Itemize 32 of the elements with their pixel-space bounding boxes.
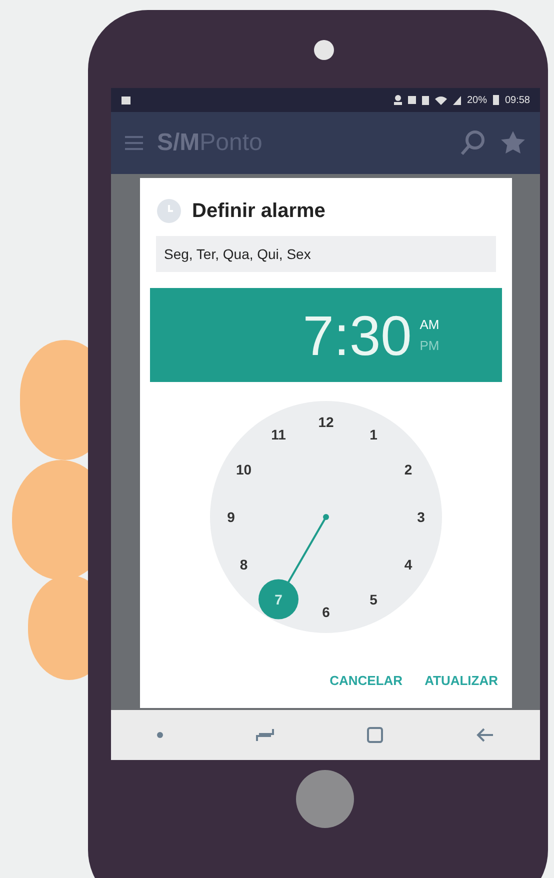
wifi-icon [434,96,447,104]
hour-number[interactable]: 4 [404,556,412,572]
dialog-title: Definir alarme [192,200,326,222]
star-icon[interactable] [500,130,526,156]
mute-icon [408,96,416,104]
back-arrow-icon[interactable] [476,728,494,742]
center-dot [323,514,329,520]
dot-icon[interactable] [157,732,164,738]
hour-number[interactable]: 3 [417,509,425,525]
hour-number[interactable]: 1 [370,426,378,443]
status-time: 09:58 [504,94,530,106]
hour-number[interactable]: 5 [370,591,378,608]
image-icon [121,96,131,104]
hour-number[interactable]: 9 [227,509,235,525]
signal-icon [452,96,461,104]
hour-number[interactable]: 2 [404,462,412,478]
search-icon[interactable] [460,130,486,156]
clock-icon [156,198,182,224]
hour-number[interactable]: 8 [240,556,248,572]
hour-number[interactable]: 12 [318,414,334,430]
hour-number[interactable]: 10 [236,462,252,478]
recent-apps-icon[interactable] [256,728,274,742]
home-square-icon[interactable] [366,727,383,743]
battery-icon [492,95,499,105]
battery-percent: 20% [466,94,487,106]
sim-icon [422,96,429,104]
person-icon [394,95,402,105]
hour-number[interactable]: 6 [322,604,330,620]
camera-icon [314,40,334,60]
menu-icon[interactable] [125,136,143,150]
days-field[interactable]: Seg, Ter, Qua, Qui, Sex [156,236,496,272]
hour-number[interactable]: 11 [271,426,286,443]
